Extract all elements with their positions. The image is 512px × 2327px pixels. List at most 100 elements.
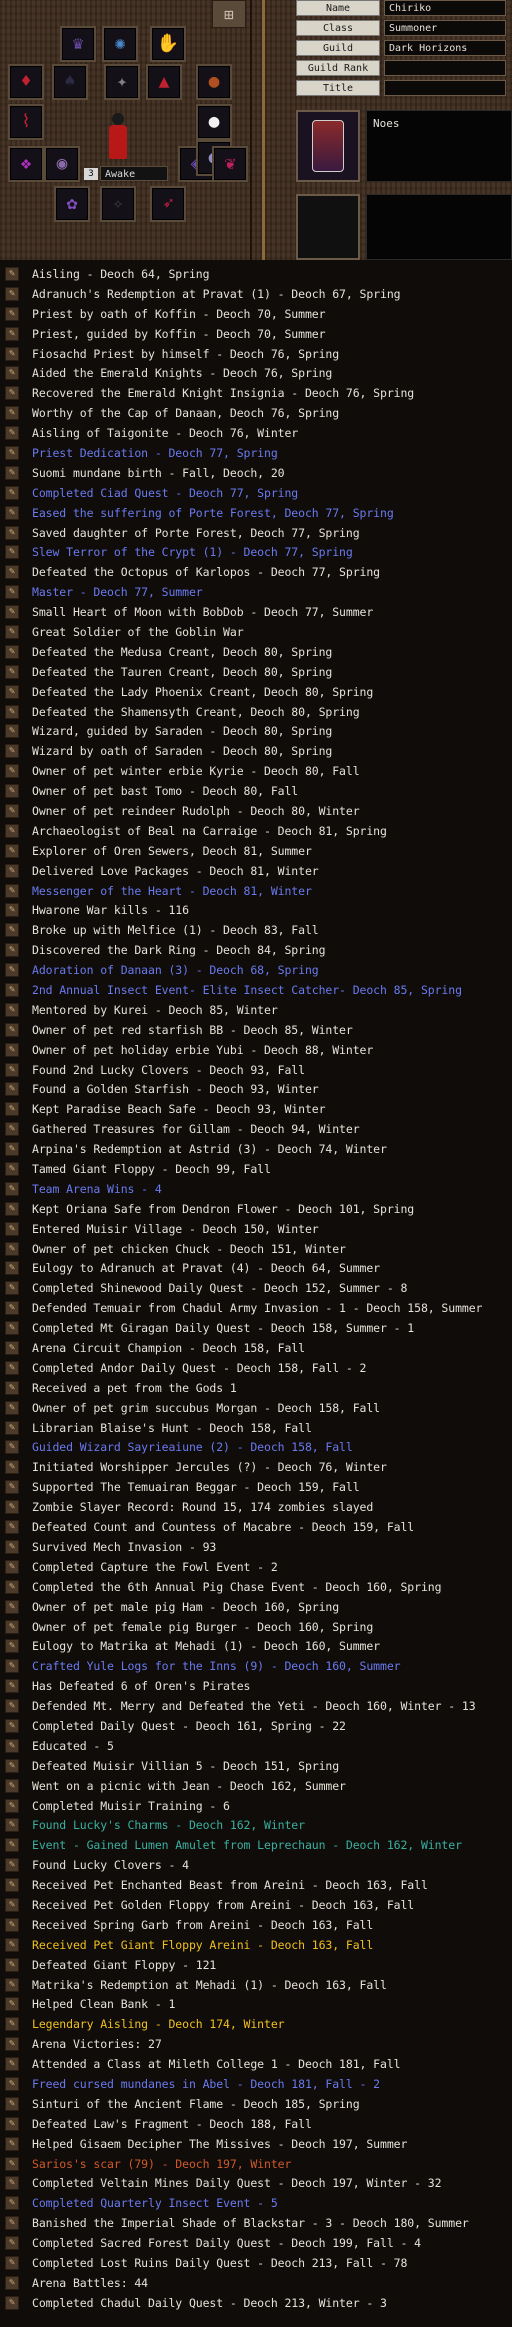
legend-text: Owner of pet winter erbie Kyrie - Deoch … bbox=[32, 764, 360, 779]
legend-text: Completed the 6th Annual Pig Chase Event… bbox=[32, 1579, 442, 1594]
legend-text: Found 2nd Lucky Clovers - Deoch 93, Fall bbox=[32, 1062, 305, 1077]
sword-icon: ✦ bbox=[116, 71, 128, 92]
cloak-slot[interactable]: ♠ bbox=[52, 64, 88, 100]
legend-text: Entered Muisir Village - Deoch 150, Wint… bbox=[32, 1221, 319, 1236]
legend-text: Arpina's Redemption at Astrid (3) - Deoc… bbox=[32, 1142, 387, 1157]
legend-mark-icon: ✎ bbox=[5, 784, 19, 799]
legend-text: Supported The Temuairan Beggar - Deoch 1… bbox=[32, 1480, 360, 1495]
legend-text: Completed Muisir Training - 6 bbox=[32, 1798, 230, 1813]
legend-item: ✎ Completed Veltain Mines Daily Quest - D… bbox=[0, 2174, 512, 2194]
bottom-left-slot[interactable]: ✿ bbox=[54, 186, 90, 222]
legend-item: ✎ Wizard by oath of Saraden - Deoch 80, S… bbox=[0, 741, 512, 761]
legend-item: ✎ Went on a picnic with Jean - Deoch 162,… bbox=[0, 1776, 512, 1796]
portrait-frame[interactable] bbox=[296, 110, 360, 182]
legend-mark-icon: ✎ bbox=[5, 1082, 19, 1097]
right-item-slot[interactable]: ❦ bbox=[212, 146, 248, 182]
title-value bbox=[384, 80, 506, 96]
helmet-slot[interactable]: ♛ bbox=[60, 26, 96, 62]
legend-mark-icon: ✎ bbox=[5, 2196, 19, 2211]
legend-item: ✎ Initiated Worshipper Jercules (?) - Deo… bbox=[0, 1457, 512, 1477]
legend-item: ✎ Sinturi of the Ancient Flame - Deoch 18… bbox=[0, 2094, 512, 2114]
legend-text: Owner of pet chicken Chuck - Deoch 151, … bbox=[32, 1241, 346, 1256]
boots-slot[interactable]: ● bbox=[196, 104, 232, 140]
legend-item: ✎ Adranuch's Redemption at Pravat (1) - D… bbox=[0, 284, 512, 304]
legend-item: ✎ Adoration of Danaan (3) - Deoch 68, Spr… bbox=[0, 960, 512, 980]
legend-mark-icon: ✎ bbox=[5, 565, 19, 580]
awake-number: 3 bbox=[84, 168, 98, 180]
legend-text: Owner of pet red starfish BB - Deoch 85,… bbox=[32, 1022, 353, 1037]
legend-text: Banished the Imperial Shade of Blackstar… bbox=[32, 2216, 469, 2231]
legend-item: ✎ Hwarone War kills - 116 bbox=[0, 901, 512, 921]
legend-item: ✎ Arpina's Redemption at Astrid (3) - Deo… bbox=[0, 1139, 512, 1159]
bottom-mid-slot[interactable]: ✧ bbox=[100, 186, 136, 222]
legend-item: ✎ Explorer of Oren Sewers, Deoch 81, Summ… bbox=[0, 841, 512, 861]
legend-item: ✎ Eulogy to Adranuch at Pravat (4) - Deoc… bbox=[0, 1259, 512, 1279]
legend-mark-icon: ✎ bbox=[5, 406, 19, 421]
legend-text: Small Heart of Moon with BobDob - Deoch … bbox=[32, 605, 374, 620]
legend-text: Aisling - Deoch 64, Spring bbox=[32, 266, 210, 281]
legend-item: ✎ Fiosachd Priest by himself - Deoch 76, … bbox=[0, 344, 512, 364]
legend-mark-icon: ✎ bbox=[5, 2136, 19, 2151]
legend-mark-icon: ✎ bbox=[5, 1838, 19, 1853]
legend-text: Sarios's scar (79) - Deoch 197, Winter bbox=[32, 2156, 292, 2171]
legend-item: ✎ Priest by oath of Koffin - Deoch 70, Su… bbox=[0, 304, 512, 324]
legend-item: ✎ Received a pet from the Gods 1 bbox=[0, 1378, 512, 1398]
legend-text: Defended Temuair from Chadul Army Invasi… bbox=[32, 1301, 483, 1316]
legend-item: ✎ Owner of pet reindeer Rudolph - Deoch 8… bbox=[0, 801, 512, 821]
legend-item: ✎ Owner of pet chicken Chuck - Deoch 151,… bbox=[0, 1239, 512, 1259]
legend-text: Completed Andor Daily Quest - Deoch 158,… bbox=[32, 1360, 367, 1375]
legend-mark-icon: ✎ bbox=[5, 1858, 19, 1873]
left-hand-slot[interactable]: ⌇ bbox=[8, 104, 44, 140]
right-arm-slot[interactable]: ▲ bbox=[146, 64, 182, 100]
legend-mark-icon: ✎ bbox=[5, 1798, 19, 1813]
legend-text: Received a pet from the Gods 1 bbox=[32, 1380, 237, 1395]
legend-text: Defeated the Medusa Creant, Deoch 80, Sp… bbox=[32, 644, 333, 659]
legend-item: ✎ Defeated Giant Floppy - 121 bbox=[0, 1955, 512, 1975]
legend-text: Defeated the Lady Phoenix Creant, Deoch … bbox=[32, 684, 374, 699]
legend-item: ✎ Delivered Love Packages - Deoch 81, Win… bbox=[0, 861, 512, 881]
weapon-slot[interactable]: ✦ bbox=[104, 64, 140, 100]
secondary-portrait-frame[interactable] bbox=[296, 194, 360, 260]
left-ring-slot[interactable]: ♦ bbox=[8, 64, 44, 100]
guild-value: Dark Horizons bbox=[384, 40, 506, 56]
bottom-right-slot[interactable]: ➶ bbox=[150, 186, 186, 222]
legend-mark-icon: ✎ bbox=[5, 346, 19, 361]
legend-text: Arena Victories: 27 bbox=[32, 2037, 162, 2052]
legend-text: Aided the Emerald Knights - Deoch 76, Sp… bbox=[32, 366, 333, 381]
legend-text: Adoration of Danaan (3) - Deoch 68, Spri… bbox=[32, 963, 319, 978]
legend-mark-icon: ✎ bbox=[5, 1440, 19, 1455]
legend-mark-icon: ✎ bbox=[5, 585, 19, 600]
belt-slot[interactable]: ◉ bbox=[44, 146, 80, 182]
legend-text: Went on a picnic with Jean - Deoch 162, … bbox=[32, 1778, 346, 1793]
legend-text: Kept Paradise Beach Safe - Deoch 93, Win… bbox=[32, 1102, 326, 1117]
left-item-slot[interactable]: ❖ bbox=[8, 146, 44, 182]
legend-mark-icon: ✎ bbox=[5, 923, 19, 938]
legend-item: ✎ Master - Deoch 77, Summer bbox=[0, 582, 512, 602]
legend-mark-icon: ✎ bbox=[5, 1460, 19, 1475]
pet-slot[interactable]: ● bbox=[196, 64, 232, 100]
gloves-slot[interactable]: ✋ bbox=[150, 26, 186, 62]
toggle-view-button[interactable]: ⊞ bbox=[212, 0, 246, 28]
amulet-slot[interactable]: ✺ bbox=[102, 26, 138, 62]
legend-mark-icon: ✎ bbox=[5, 1420, 19, 1435]
legend-item: ✎ Received Pet Golden Floppy from Areini … bbox=[0, 1895, 512, 1915]
legend-item: ✎ Gathered Treasures for Gillam - Deoch 9… bbox=[0, 1119, 512, 1139]
legend-text: 2nd Annual Insect Event- Elite Insect Ca… bbox=[32, 983, 462, 997]
legend-mark-icon: ✎ bbox=[5, 1122, 19, 1137]
legend-text: Kept Oriana Safe from Dendron Flower - D… bbox=[32, 1201, 415, 1216]
legend-item: ✎ Completed Capture the Fowl Event - 2 bbox=[0, 1557, 512, 1577]
legend-text: Completed Veltain Mines Daily Quest - De… bbox=[32, 2176, 442, 2191]
legend-mark-icon: ✎ bbox=[5, 505, 19, 520]
legend-item: ✎ Sarios's scar (79) - Deoch 197, Winter bbox=[0, 2154, 512, 2174]
legend-mark-icon: ✎ bbox=[5, 624, 19, 639]
legend-text: Defeated Count and Countess of Macabre -… bbox=[32, 1520, 415, 1535]
legend-item: ✎ Aisling - Deoch 64, Spring bbox=[0, 264, 512, 284]
legend-mark-icon: ✎ bbox=[5, 664, 19, 679]
legend-mark-icon: ✎ bbox=[5, 2176, 19, 2191]
legend-mark-icon: ✎ bbox=[5, 1520, 19, 1535]
legend-mark-icon: ✎ bbox=[5, 1380, 19, 1395]
class-row: Class Summoner bbox=[296, 20, 512, 36]
legend-mark-icon: ✎ bbox=[5, 1500, 19, 1515]
legend-mark-icon: ✎ bbox=[5, 764, 19, 779]
legend-mark-icon: ✎ bbox=[5, 1679, 19, 1694]
